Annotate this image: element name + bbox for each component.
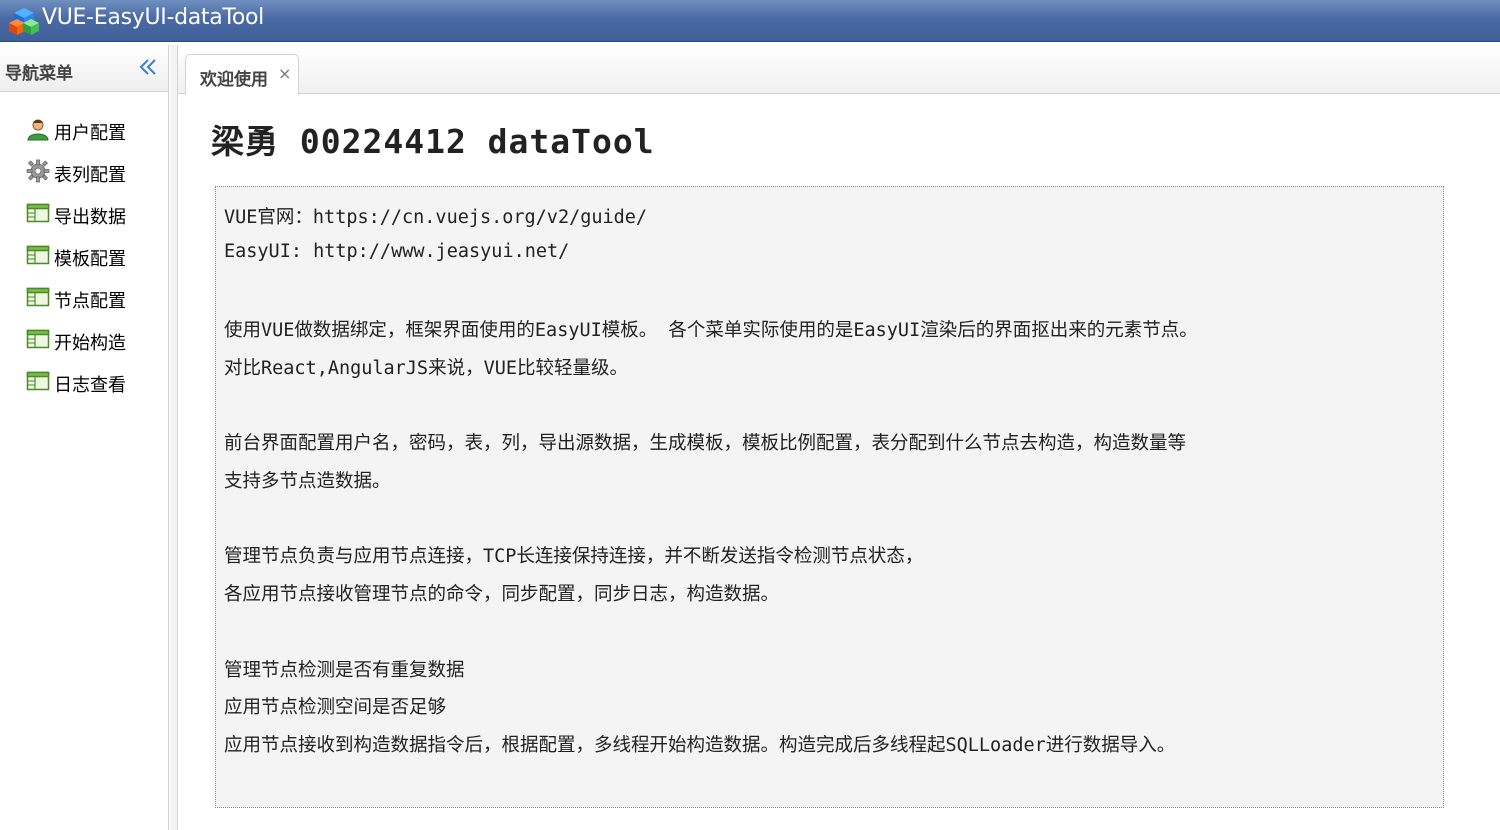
nav-panel: 导航菜单 用户配置 表列配置 导出数据 模板配置 节点配置 开始构造 日志查看 bbox=[0, 45, 169, 830]
table-icon bbox=[26, 287, 50, 307]
nav-item-user-config[interactable]: 用户配置 bbox=[26, 115, 156, 144]
main-panel: 欢迎使用 × 梁勇 00224412 dataTool VUE官网：https:… bbox=[177, 45, 1500, 830]
tab-label: 欢迎使用 bbox=[200, 70, 268, 90]
nav-item-node-config[interactable]: 节点配置 bbox=[26, 283, 156, 312]
table-icon bbox=[26, 203, 50, 223]
info-box: VUE官网：https://cn.vuejs.org/v2/guide/ Eas… bbox=[215, 186, 1444, 808]
gear-icon bbox=[26, 159, 50, 183]
nav-item-template-config[interactable]: 模板配置 bbox=[26, 241, 156, 270]
page-title: 梁勇 00224412 dataTool bbox=[211, 122, 655, 161]
nav-item-label: 表列配置 bbox=[54, 165, 126, 186]
cubes-logo-icon bbox=[9, 8, 39, 35]
tab-welcome[interactable]: 欢迎使用 × bbox=[185, 54, 299, 95]
nav-item-log-view[interactable]: 日志查看 bbox=[26, 367, 156, 396]
close-icon[interactable]: × bbox=[278, 64, 291, 83]
info-line: VUE官网：https://cn.vuejs.org/v2/guide/ bbox=[224, 207, 648, 228]
nav-panel-header: 导航菜单 bbox=[0, 45, 168, 92]
nav-item-label: 导出数据 bbox=[54, 207, 126, 228]
nav-item-label: 节点配置 bbox=[54, 291, 126, 312]
info-line: 对比React,AngularJS来说，VUE比较轻量级。 bbox=[224, 358, 628, 379]
nav-item-label: 模板配置 bbox=[54, 249, 126, 270]
double-chevron-left-icon[interactable] bbox=[136, 55, 160, 79]
tab-bar: 欢迎使用 × bbox=[178, 45, 1500, 95]
info-line: 各应用节点接收管理节点的命令，同步配置，同步日志，构造数据。 bbox=[224, 584, 780, 605]
info-line: 使用VUE做数据绑定，框架界面使用的EasyUI模板。 各个菜单实际使用的是Ea… bbox=[224, 320, 1198, 341]
nav-item-table-column-config[interactable]: 表列配置 bbox=[26, 157, 156, 186]
tab-content: 梁勇 00224412 dataTool VUE官网：https://cn.vu… bbox=[178, 95, 1500, 830]
nav-item-label: 用户配置 bbox=[54, 123, 126, 144]
nav-item-label: 开始构造 bbox=[54, 333, 126, 354]
app-title: VUE-EasyUI-dataTool bbox=[42, 5, 264, 30]
info-line: 前台界面配置用户名，密码，表，列，导出源数据，生成模板，模板比例配置，表分配到什… bbox=[224, 433, 1187, 454]
nav-item-label: 日志查看 bbox=[54, 375, 126, 396]
nav-panel-title: 导航菜单 bbox=[5, 64, 73, 84]
nav-item-export-data[interactable]: 导出数据 bbox=[26, 199, 156, 228]
info-line: 应用节点检测空间是否足够 bbox=[224, 697, 447, 718]
nav-item-start-build[interactable]: 开始构造 bbox=[26, 325, 156, 354]
info-line: 应用节点接收到构造数据指令后，根据配置，多线程开始构造数据。构造完成后多线程起S… bbox=[224, 735, 1176, 756]
info-line: 管理节点检测是否有重复数据 bbox=[224, 660, 465, 681]
table-icon bbox=[26, 245, 50, 265]
info-line: EasyUI: http://www.jeasyui.net/ bbox=[224, 241, 570, 262]
info-line: 支持多节点造数据。 bbox=[224, 471, 391, 492]
table-icon bbox=[26, 329, 50, 349]
user-icon bbox=[27, 119, 49, 141]
table-icon bbox=[26, 371, 50, 391]
info-line: 管理节点负责与应用节点连接，TCP长连接保持连接，并不断发送指令检测节点状态， bbox=[224, 546, 924, 567]
panel-splitter[interactable] bbox=[170, 45, 177, 830]
title-bar: VUE-EasyUI-dataTool bbox=[0, 0, 1500, 42]
